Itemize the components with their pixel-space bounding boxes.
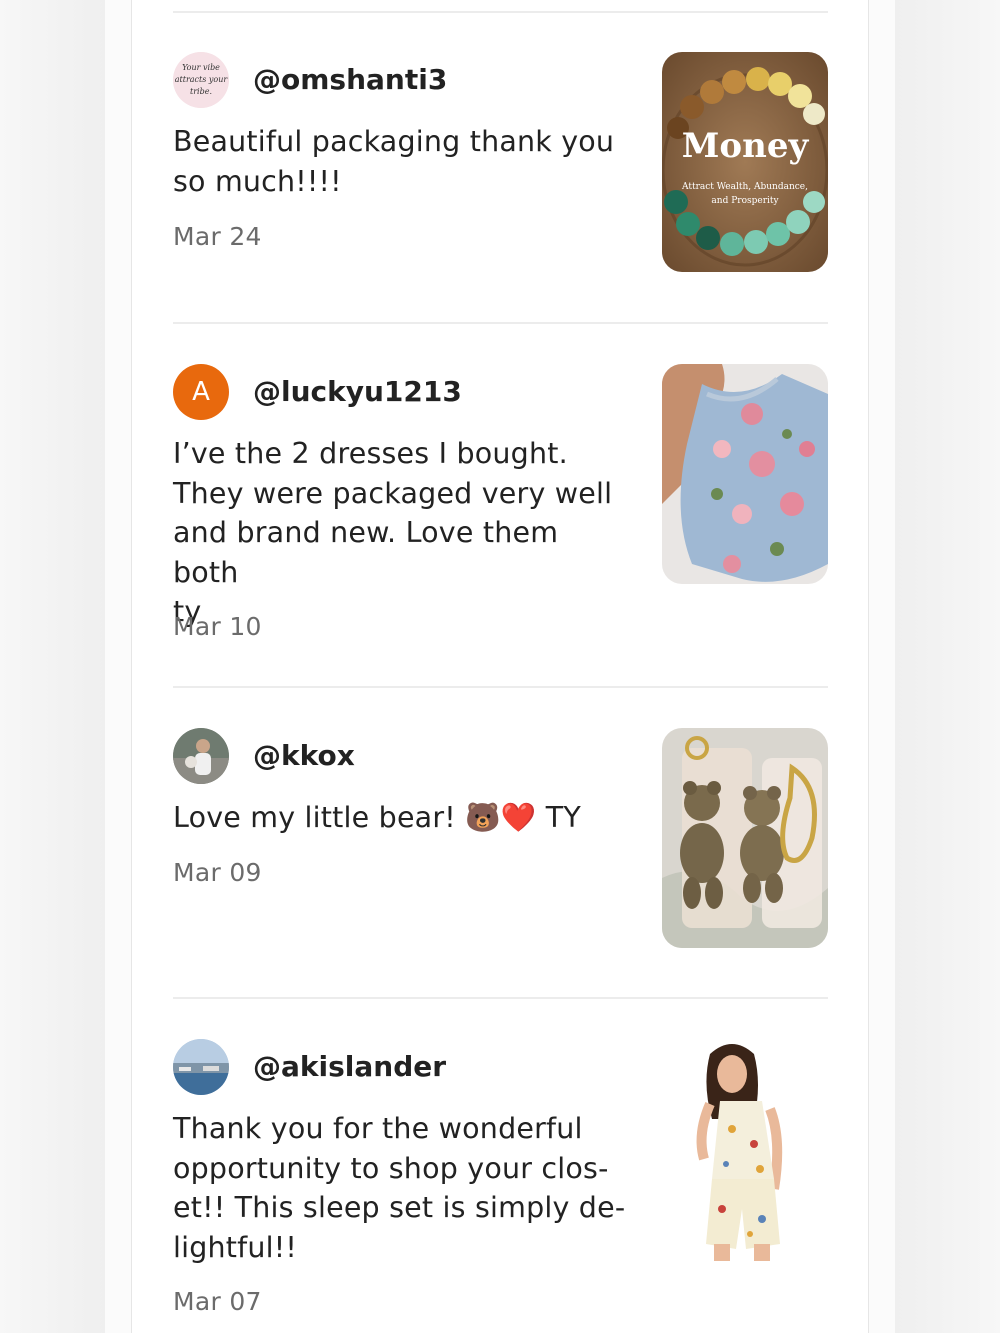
bracelet-title: Money: [682, 126, 810, 166]
review-item: Your vibe attracts your tribe. @omshanti…: [173, 52, 828, 282]
review-item: A @luckyu1213 I’ve the 2 dresses I bough…: [173, 364, 828, 654]
avatar[interactable]: [173, 728, 229, 784]
reviewer-handle[interactable]: @omshanti3: [253, 52, 447, 108]
review-text: I’ve the 2 dresses I bought. They were p…: [173, 437, 613, 628]
review-date: Mar 10: [173, 612, 262, 641]
divider: [173, 11, 828, 13]
divider: [173, 686, 828, 688]
avatar[interactable]: Your vibe attracts your tribe.: [173, 52, 229, 108]
avatar-photo: [173, 728, 229, 784]
review-date: Mar 07: [173, 1287, 262, 1316]
product-thumbnail-bracelet[interactable]: Money Attract Wealth, Abundance, and Pro…: [662, 52, 828, 272]
background-right: [895, 0, 1000, 1333]
product-thumbnail-sleep-set[interactable]: [662, 1039, 828, 1261]
product-thumbnail-bear-keychain[interactable]: [662, 728, 828, 948]
background-left: [0, 0, 105, 1333]
svg-text:Your vibe: Your vibe: [182, 63, 220, 72]
review-date: Mar 09: [173, 858, 262, 887]
product-thumbnail-dress[interactable]: [662, 364, 828, 584]
svg-text:tribe.: tribe.: [190, 87, 212, 96]
divider: [173, 322, 828, 324]
review-text: Thank you for the wonderful opportunity …: [173, 1112, 626, 1264]
review-item: @akislander Thank you for the wonderful …: [173, 1039, 828, 1333]
avatar-script-image: Your vibe attracts your tribe.: [173, 52, 229, 108]
avatar-photo: [173, 1039, 229, 1095]
review-date: Mar 24: [173, 222, 262, 251]
avatar[interactable]: [173, 1039, 229, 1095]
review-text: Beautiful packaging thank you so much!!!…: [173, 125, 615, 198]
svg-text:attracts your: attracts your: [175, 75, 229, 84]
reviewer-handle[interactable]: @kkox: [253, 728, 355, 784]
review-item: @kkox Love my little bear! 🐻❤️ TY Mar 09: [173, 728, 828, 958]
avatar-letter: A: [192, 377, 210, 407]
divider: [173, 997, 828, 999]
svg-text:Attract Wealth, Abundance,: Attract Wealth, Abundance,: [681, 182, 808, 192]
review-text: Love my little bear! 🐻❤️ TY: [173, 801, 581, 834]
reviewer-handle[interactable]: @akislander: [253, 1039, 446, 1095]
avatar[interactable]: A: [173, 364, 229, 420]
svg-text:and Prosperity: and Prosperity: [711, 196, 779, 206]
reviewer-handle[interactable]: @luckyu1213: [253, 364, 462, 420]
